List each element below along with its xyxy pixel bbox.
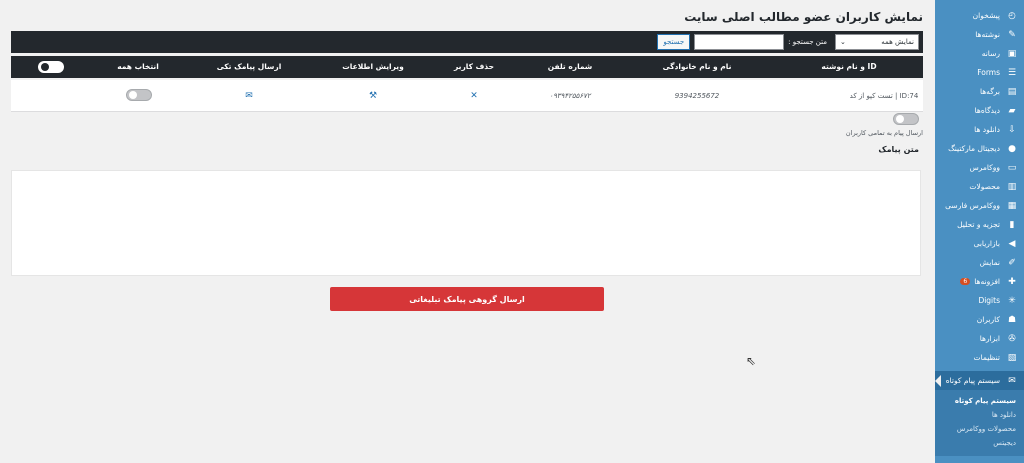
media-icon: ▣ bbox=[1007, 48, 1017, 59]
send-all-toggle[interactable] bbox=[893, 113, 919, 125]
submenu-item[interactable]: دیجیتس bbox=[935, 436, 1024, 450]
sidebar-item-label: ابزارها bbox=[979, 334, 1000, 343]
sidebar-item-label: ووکامرس bbox=[969, 163, 1000, 172]
update-badge: 6 bbox=[960, 278, 971, 285]
settings-icon: ▧ bbox=[1007, 352, 1017, 363]
col-single-sms: ارسال پیامک تکی bbox=[216, 62, 282, 71]
sidebar-item-4[interactable]: ▤ برگه‌ها bbox=[935, 82, 1024, 101]
sidebar-item-sms-system[interactable]: ✉ سیستم پیام کوتاه bbox=[935, 371, 1024, 390]
admin-sidebar: ◴ پیشخوان ✎ نوشته‌ها ▣ رسانه ☰ Forms ▤ برگه‌ها ▰ دی… bbox=[935, 0, 1024, 463]
post-cell: ID:74 | تست کپو از کد bbox=[849, 92, 919, 100]
sidebar-item-label: ووکامرس فارسی bbox=[945, 201, 1000, 210]
sidebar-item-12[interactable]: ◀ بازاریابی bbox=[935, 234, 1024, 253]
sidebar-item-18[interactable]: ▧ تنظیمات bbox=[935, 348, 1024, 367]
col-phone: شماره تلفن bbox=[547, 62, 593, 71]
sidebar-item-label: افزونه‌ها bbox=[974, 277, 1000, 286]
digits-icon: ✳ bbox=[1008, 295, 1016, 306]
appearance-icon: ✐ bbox=[1008, 257, 1016, 268]
sidebar-submenu: سیستم پیام کوتاه دانلود ها محصولات ووکامرس… bbox=[935, 390, 1024, 456]
sidebar-item-label: دیدگاه‌ها bbox=[974, 106, 1000, 115]
plugins-icon: ✚ bbox=[1008, 276, 1016, 287]
delete-icon[interactable]: ✕ bbox=[470, 80, 478, 112]
sidebar-item-6[interactable]: ⇩ دانلود ها bbox=[935, 120, 1024, 139]
submenu-item[interactable]: محصولات ووکامرس bbox=[935, 422, 1024, 436]
sidebar-item-label: دیجیتال مارکتینگ bbox=[948, 144, 1000, 153]
sidebar-item-0[interactable]: ◴ پیشخوان bbox=[935, 6, 1024, 25]
users-icon: ☗ bbox=[1007, 314, 1017, 325]
col-full-name: نام و نام خانوادگی bbox=[662, 62, 732, 71]
sidebar-item-2[interactable]: ▣ رسانه bbox=[935, 44, 1024, 63]
row-select-toggle[interactable] bbox=[126, 89, 152, 101]
sidebar-item-3[interactable]: ☰ Forms bbox=[935, 63, 1024, 82]
sidebar-item-label: برگه‌ها bbox=[979, 87, 1000, 96]
sidebar-item-5[interactable]: ▰ دیدگاه‌ها bbox=[935, 101, 1024, 120]
sidebar-item-14[interactable]: ✚ افزونه‌ها 6 bbox=[935, 272, 1024, 291]
sidebar-item-17[interactable]: ✇ ابزارها bbox=[935, 329, 1024, 348]
sidebar-item-label: بازاریابی bbox=[973, 239, 1000, 248]
comments-icon: ▰ bbox=[1008, 105, 1016, 116]
col-select-all: انتخاب همه bbox=[117, 62, 159, 71]
sidebar-item-label: تجزیه و تحلیل bbox=[957, 220, 1000, 229]
woocommerce-icon: ▭ bbox=[1007, 162, 1017, 173]
col-id-post: ID و نام نوشته bbox=[821, 62, 877, 71]
sidebar-item-label: Digits bbox=[978, 296, 1000, 305]
filter-toolbar: نمایش همه ⌄ متن جستجو : جستجو bbox=[11, 31, 923, 53]
avatar-icon: ● bbox=[1008, 143, 1016, 154]
mail-icon: ✉ bbox=[1008, 375, 1016, 386]
name-cell: 9394255672 bbox=[674, 92, 720, 100]
sidebar-item-7[interactable]: ● دیجیتال مارکتینگ bbox=[935, 139, 1024, 158]
page-title: نمایش کاربران عضو مطالب اصلی سایت bbox=[684, 10, 923, 24]
search-button[interactable]: جستجو bbox=[657, 34, 691, 50]
sidebar-item-label: محصولات bbox=[969, 182, 1000, 191]
products-icon: ▥ bbox=[1007, 181, 1017, 192]
sidebar-item-label: نمایش bbox=[979, 258, 1000, 267]
chevron-down-icon: ⌄ bbox=[840, 38, 846, 46]
message-textarea[interactable] bbox=[11, 170, 921, 276]
phone-cell: ۰۹۳۹۴۲۵۵۶۷۲ bbox=[549, 92, 591, 100]
table-header: ID و نام نوشته نام و نام خانوادگی شماره … bbox=[11, 56, 923, 78]
sidebar-item-9[interactable]: ▥ محصولات bbox=[935, 177, 1024, 196]
col-delete-user: حذف کاربر bbox=[453, 62, 495, 71]
sidebar-item-16[interactable]: ☗ کاربران bbox=[935, 310, 1024, 329]
dashboard-icon: ◴ bbox=[1008, 10, 1016, 21]
send-all-group: ارسال پیام به تمامی کاربران bbox=[846, 113, 923, 137]
persian-woo-icon: ▦ bbox=[1007, 200, 1017, 211]
sidebar-item-1[interactable]: ✎ نوشته‌ها bbox=[935, 25, 1024, 44]
envelope-icon[interactable]: ✉ bbox=[245, 80, 253, 112]
sidebar-item-10[interactable]: ▦ ووکامرس فارسی bbox=[935, 196, 1024, 215]
sidebar-item-label: دانلود ها bbox=[974, 125, 1000, 134]
submenu-item[interactable]: دانلود ها bbox=[935, 408, 1024, 422]
search-label: متن جستجو : bbox=[788, 38, 827, 46]
send-all-label: ارسال پیام به تمامی کاربران bbox=[845, 129, 923, 137]
message-title: متن پیامک bbox=[878, 145, 919, 154]
col-edit-info: ویرایش اطلاعات bbox=[342, 62, 404, 71]
sidebar-item-label: کاربران bbox=[976, 315, 1000, 324]
sidebar-item-label: Forms bbox=[977, 68, 1000, 77]
table-row: ID:74 | تست کپو از کد 9394255672 ۰۹۳۹۴۲۵… bbox=[11, 80, 923, 112]
sidebar-item-11[interactable]: ▮ تجزیه و تحلیل bbox=[935, 215, 1024, 234]
tools-icon: ✇ bbox=[1008, 333, 1016, 344]
search-input[interactable] bbox=[694, 34, 785, 50]
edit-hammer-icon[interactable]: ⚒ bbox=[369, 80, 377, 112]
download-icon: ⇩ bbox=[1008, 124, 1016, 135]
display-filter-select[interactable]: نمایش همه ⌄ bbox=[835, 34, 919, 50]
forms-icon: ☰ bbox=[1007, 67, 1017, 78]
bulk-send-button[interactable]: ارسال گروهی پیامک تبلیغاتی bbox=[330, 287, 604, 311]
pages-icon: ▤ bbox=[1007, 86, 1017, 97]
submenu-item[interactable]: سیستم پیام کوتاه bbox=[935, 394, 1024, 408]
sidebar-item-label: تنظیمات bbox=[973, 353, 1000, 362]
analytics-icon: ▮ bbox=[1009, 219, 1015, 230]
sidebar-item-label: رسانه bbox=[981, 49, 1000, 58]
sidebar-item-8[interactable]: ▭ ووکامرس bbox=[935, 158, 1024, 177]
select-all-toggle[interactable] bbox=[38, 61, 64, 73]
display-filter-value: نمایش همه bbox=[881, 38, 914, 46]
sidebar-item-15[interactable]: ✳ Digits bbox=[935, 291, 1024, 310]
mouse-cursor-icon: ⇖ bbox=[746, 354, 757, 368]
pin-icon: ✎ bbox=[1008, 29, 1016, 40]
sidebar-item-label: نوشته‌ها bbox=[975, 30, 1000, 39]
sidebar-item-label: سیستم پیام کوتاه bbox=[945, 376, 1000, 385]
megaphone-icon: ◀ bbox=[1008, 238, 1016, 249]
sidebar-item-13[interactable]: ✐ نمایش bbox=[935, 253, 1024, 272]
sidebar-item-label: پیشخوان bbox=[972, 11, 1000, 20]
